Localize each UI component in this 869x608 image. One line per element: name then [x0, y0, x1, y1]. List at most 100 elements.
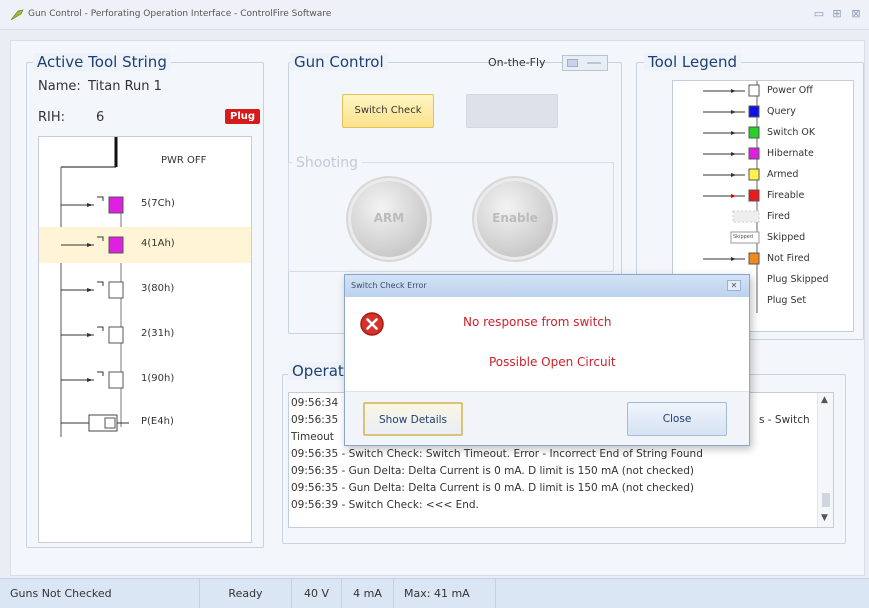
rih-label: RIH: — [38, 110, 66, 125]
log-line: 09:56:34 — [291, 397, 339, 409]
toggle-knob — [567, 59, 578, 67]
log-scrollbar[interactable]: ▲ ▼ — [817, 393, 833, 527]
tool-row-4-selected[interactable]: 4(1Ah) — [39, 227, 251, 263]
status-bar: Guns Not Checked Ready 40 V 4 mA Max: 41… — [0, 578, 869, 608]
on-the-fly-label: On-the-Fly — [488, 56, 546, 69]
close-icon[interactable]: ⊠ — [849, 8, 863, 20]
legend-swatch-icon — [703, 147, 760, 160]
legend-swatch-icon — [703, 126, 760, 139]
legend-swatch-icon — [703, 189, 760, 202]
ready-status: Ready — [200, 579, 292, 608]
legend-item-hibernate: Hibernate — [673, 144, 853, 164]
log-line: 09:56:35 - Gun Delta: Delta Current is 0… — [291, 465, 694, 477]
legend-label: Not Fired — [767, 253, 810, 264]
legend-label: Skipped — [767, 232, 806, 243]
dialog-close-icon[interactable]: ✕ — [727, 280, 741, 291]
scroll-thumb[interactable] — [822, 493, 830, 507]
gun-icon — [61, 371, 124, 389]
tool-label: P(E4h) — [141, 416, 174, 427]
dialog-title-bar: Switch Check Error ✕ — [345, 275, 749, 297]
tool-label: 3(80h) — [141, 283, 175, 294]
skipped-tag: Skipped — [733, 234, 754, 240]
gun-icon — [61, 281, 124, 299]
shooting-group — [288, 162, 614, 272]
shooting-title: Shooting — [292, 154, 363, 172]
tool-label: 1(90h) — [141, 373, 175, 384]
window-title: Gun Control - Perforating Operation Inte… — [28, 9, 332, 19]
voltage-status: 40 V — [292, 579, 342, 608]
active-tool-string-title: Active Tool String — [33, 53, 171, 71]
tool-row-1[interactable]: 1(90h) — [39, 362, 251, 398]
legend-label: Armed — [767, 169, 799, 180]
tool-string-panel: PWR OFF 5(7Ch) 4(1Ah) 3(80h) 2(31h) 1(90… — [38, 136, 252, 543]
close-button[interactable]: Close — [627, 402, 727, 436]
plug-badge: Plug — [225, 109, 261, 124]
tool-row-3[interactable]: 3(80h) — [39, 272, 251, 308]
legend-swatch-icon — [703, 168, 760, 181]
legend-swatch-icon — [703, 252, 760, 265]
gun-icon — [61, 236, 124, 254]
log-line: Timeout — [291, 431, 334, 443]
log-line: 09:56:39 - Switch Check: <<< End. — [291, 499, 479, 511]
legend-label: Fireable — [767, 190, 805, 201]
legend-label: Hibernate — [767, 148, 814, 159]
legend-label: Plug Skipped — [767, 274, 829, 285]
scroll-up-icon[interactable]: ▲ — [821, 395, 828, 405]
toggle-track — [587, 62, 601, 64]
dialog-title: Switch Check Error — [351, 281, 427, 290]
tool-label: PWR OFF — [161, 155, 207, 166]
tool-row-5[interactable]: 5(7Ch) — [39, 187, 251, 223]
dialog-footer: Show Details Close — [345, 391, 749, 445]
maximize-icon[interactable]: ⊞ — [830, 8, 844, 20]
legend-label: Switch OK — [767, 127, 816, 138]
tool-row-2[interactable]: 2(31h) — [39, 317, 251, 353]
legend-item-switch-ok: Switch OK — [673, 123, 853, 143]
show-details-button[interactable]: Show Details — [363, 402, 463, 436]
log-line-tail: s - Switch — [759, 414, 810, 426]
legend-swatch-icon — [703, 105, 760, 118]
arm-button[interactable]: ARM — [346, 176, 432, 262]
disabled-action-button[interactable] — [466, 94, 558, 128]
plug-icon — [61, 414, 129, 432]
legend-item-skipped: Skipped Skipped — [673, 228, 853, 248]
gun-icon — [61, 326, 124, 344]
tool-label: 2(31h) — [141, 328, 175, 339]
legend-item-power-off: Power Off — [673, 81, 853, 101]
switch-check-button[interactable]: Switch Check — [342, 94, 434, 128]
legend-item-fireable: Fireable — [673, 186, 853, 206]
current-status: 4 mA — [342, 579, 394, 608]
enable-button[interactable]: Enable — [472, 176, 558, 262]
tool-legend-title: Tool Legend — [644, 53, 742, 71]
tool-row-plug[interactable]: P(E4h) — [39, 405, 251, 441]
legend-item-query: Query — [673, 102, 853, 122]
dialog-message-primary: No response from switch — [463, 315, 612, 329]
legend-label: Fired — [767, 211, 790, 222]
gun-control-title: Gun Control — [290, 53, 388, 71]
rih-value: 6 — [96, 110, 105, 125]
tool-string-name: Titan Run 1 — [88, 79, 162, 94]
on-the-fly-toggle[interactable] — [562, 55, 608, 71]
legend-swatch-icon — [703, 84, 760, 97]
log-line: 09:56:35 - Switch Check: Switch Timeout.… — [291, 448, 703, 460]
legend-label: Query — [767, 106, 796, 117]
minimize-icon[interactable]: ▭ — [812, 8, 826, 20]
switch-check-error-dialog: Switch Check Error ✕ No response from sw… — [344, 274, 750, 446]
scroll-down-icon[interactable]: ▼ — [821, 513, 828, 523]
legend-item-not-fired: Not Fired — [673, 249, 853, 269]
name-label: Name: — [38, 79, 81, 94]
guns-status: Guns Not Checked — [0, 579, 200, 608]
title-bar: Gun Control - Perforating Operation Inte… — [0, 0, 869, 30]
tool-label: 5(7Ch) — [141, 198, 175, 209]
tool-label: 4(1Ah) — [141, 238, 175, 249]
legend-label: Power Off — [767, 85, 813, 96]
dialog-message-secondary: Possible Open Circuit — [489, 355, 616, 369]
error-icon — [360, 312, 384, 336]
legend-item-armed: Armed — [673, 165, 853, 185]
legend-item-fired: Fired — [673, 207, 853, 227]
legend-swatch-icon — [732, 210, 760, 223]
gun-icon — [61, 196, 124, 214]
app-logo-icon — [10, 9, 24, 21]
tool-row-power[interactable]: PWR OFF — [39, 145, 251, 181]
legend-label: Plug Set — [767, 295, 807, 306]
log-line: 09:56:35 - Gun Delta: Delta Current is 0… — [291, 482, 694, 494]
